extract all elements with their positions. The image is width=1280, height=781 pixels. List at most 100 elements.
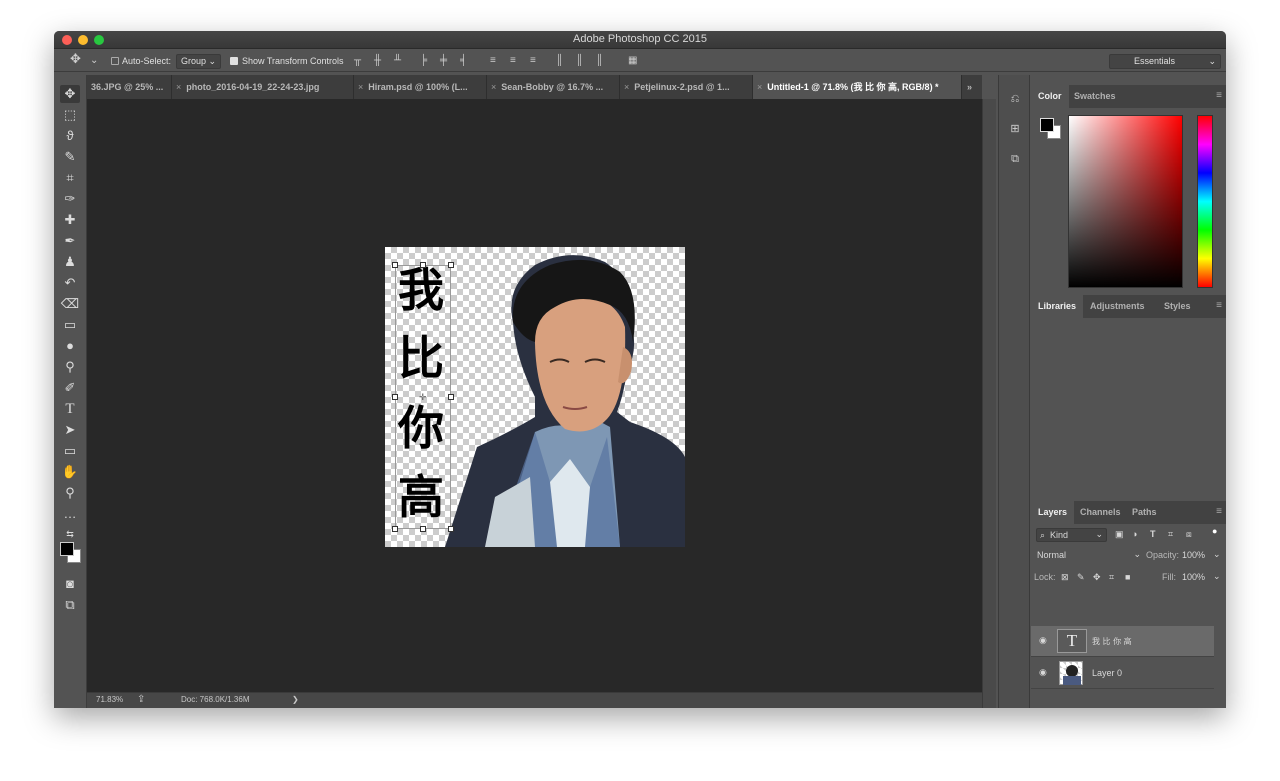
fill-value[interactable]: 100% xyxy=(1182,572,1205,582)
align-vcenter-icon[interactable]: ╫ xyxy=(374,54,381,68)
transform-handle[interactable] xyxy=(448,526,454,532)
transform-handle[interactable] xyxy=(392,526,398,532)
close-tab-icon[interactable]: × xyxy=(176,82,181,92)
distribute-left-icon[interactable]: ║ xyxy=(556,54,563,68)
quick-selection-tool-icon[interactable]: ✎ xyxy=(60,148,80,166)
distribute-top-icon[interactable]: ≡ xyxy=(490,54,496,68)
lasso-tool-icon[interactable]: ϑ xyxy=(60,127,80,145)
panel-menu-icon[interactable]: ≡ xyxy=(1216,90,1222,101)
tool-preset-chevron-icon[interactable]: ⌄ xyxy=(90,54,98,68)
transform-handle[interactable] xyxy=(420,526,426,532)
crop-tool-icon[interactable]: ⌗ xyxy=(60,169,80,187)
distribute-hcenter-icon[interactable]: ║ xyxy=(576,54,583,68)
eyedropper-tool-icon[interactable]: ✑ xyxy=(60,190,80,208)
transform-handle[interactable] xyxy=(392,394,398,400)
distribute-bottom-icon[interactable]: ≡ xyxy=(530,54,536,68)
lock-position-icon[interactable]: ✥ xyxy=(1093,572,1101,583)
document-canvas[interactable]: 我 比 你 高 ✛ xyxy=(385,247,685,547)
move-tool-icon[interactable]: ✥ xyxy=(60,85,80,103)
align-right-icon[interactable]: ╡ xyxy=(460,54,467,68)
close-tab-icon[interactable]: × xyxy=(624,82,629,92)
canvas-area[interactable]: 我 比 你 高 ✛ xyxy=(87,99,982,692)
auto-select-checkbox[interactable] xyxy=(111,57,119,65)
pen-tool-icon[interactable]: ✐ xyxy=(60,379,80,397)
blend-mode-dropdown[interactable]: Normal ⌄ xyxy=(1034,549,1144,563)
tab-doc-5[interactable]: × Petjelinux-2.psd @ 1... xyxy=(620,75,753,99)
gradient-tool-icon[interactable]: ▭ xyxy=(60,316,80,334)
screen-mode-icon[interactable]: ⧉ xyxy=(60,596,80,614)
quick-mask-icon[interactable]: ◙ xyxy=(60,575,80,593)
share-icon[interactable]: ⇪ xyxy=(137,694,145,705)
zoom-tool-icon[interactable]: ⚲ xyxy=(60,484,80,502)
history-panel-icon[interactable]: ⎌ xyxy=(1006,90,1024,108)
tab-overflow-button[interactable]: » xyxy=(962,75,982,99)
transform-handle[interactable] xyxy=(420,262,426,268)
transform-handle[interactable] xyxy=(448,262,454,268)
layer-row-image[interactable]: ◉ Layer 0 xyxy=(1031,658,1214,689)
hand-tool-icon[interactable]: ✋ xyxy=(60,463,80,481)
tab-doc-4[interactable]: × Sean-Bobby @ 16.7% ... xyxy=(487,75,620,99)
panel-menu-icon[interactable]: ≡ xyxy=(1216,300,1222,311)
panel-menu-icon[interactable]: ≡ xyxy=(1216,506,1222,517)
filter-adjustment-icon[interactable]: ◑ xyxy=(1132,529,1137,539)
chevron-down-icon[interactable]: ⌄ xyxy=(1213,549,1221,560)
opacity-value[interactable]: 100% xyxy=(1182,550,1205,560)
transform-handle[interactable] xyxy=(448,394,454,400)
character-panel-icon[interactable]: ⧉ xyxy=(1006,150,1024,168)
lock-artboard-icon[interactable]: ⌗ xyxy=(1109,572,1114,583)
align-left-icon[interactable]: ╞ xyxy=(420,54,427,68)
marquee-tool-icon[interactable]: ⬚ xyxy=(60,106,80,124)
tab-color[interactable]: Color xyxy=(1031,85,1069,108)
eraser-tool-icon[interactable]: ⌫ xyxy=(60,295,80,313)
show-transform-checkbox[interactable] xyxy=(230,57,238,65)
chevron-down-icon[interactable]: ⌄ xyxy=(1213,571,1221,582)
auto-select-dropdown[interactable]: Group ⌄ xyxy=(176,54,222,69)
clone-stamp-tool-icon[interactable]: ♟ xyxy=(60,253,80,271)
foreground-color-swatch[interactable] xyxy=(60,542,74,556)
tab-layers[interactable]: Layers xyxy=(1031,501,1075,524)
distribute-vcenter-icon[interactable]: ≡ xyxy=(510,54,516,68)
layer-filter-dropdown[interactable]: ⌕ Kind ⌄ xyxy=(1036,528,1107,542)
zoom-readout[interactable]: 71.83% xyxy=(96,695,123,704)
blur-tool-icon[interactable]: ● xyxy=(60,337,80,355)
tab-adjustments[interactable]: Adjustments xyxy=(1083,295,1152,318)
properties-panel-icon[interactable]: ⊞ xyxy=(1006,120,1024,138)
visibility-eye-icon[interactable]: ◉ xyxy=(1039,635,1047,646)
workspace-dropdown[interactable]: Essentials ⌄ xyxy=(1109,54,1221,69)
edit-toolbar-icon[interactable]: … xyxy=(60,505,80,523)
swap-colors-icon[interactable]: ⇆ xyxy=(60,525,80,543)
healing-brush-tool-icon[interactable]: ✚ xyxy=(60,211,80,229)
path-selection-tool-icon[interactable]: ➤ xyxy=(60,421,80,439)
close-tab-icon[interactable]: × xyxy=(491,82,496,92)
type-tool-icon[interactable]: T xyxy=(60,400,80,418)
filter-shape-icon[interactable]: ⌗ xyxy=(1168,529,1173,540)
lock-paint-icon[interactable]: ✎ xyxy=(1077,572,1085,583)
hue-slider[interactable] xyxy=(1197,115,1213,288)
filter-pixel-icon[interactable]: ▣ xyxy=(1115,529,1124,540)
filter-type-icon[interactable]: T xyxy=(1150,529,1156,539)
align-hcenter-icon[interactable]: ╪ xyxy=(440,54,447,68)
distribute-right-icon[interactable]: ║ xyxy=(596,54,603,68)
status-menu-arrow-icon[interactable]: ❯ xyxy=(292,695,299,704)
layer-row-text[interactable]: ◉ T 我 比 你 高 xyxy=(1031,626,1214,657)
dodge-tool-icon[interactable]: ⚲ xyxy=(60,358,80,376)
vertical-scrollbar[interactable] xyxy=(982,99,996,708)
tab-paths[interactable]: Paths xyxy=(1125,501,1164,524)
brush-tool-icon[interactable]: ✒ xyxy=(60,232,80,250)
filter-toggle-icon[interactable]: ● xyxy=(1212,526,1217,536)
move-tool-icon[interactable]: ✥ xyxy=(70,52,81,66)
transform-handle[interactable] xyxy=(392,262,398,268)
visibility-eye-icon[interactable]: ◉ xyxy=(1039,667,1047,678)
align-bottom-icon[interactable]: ╨ xyxy=(394,54,401,68)
tab-channels[interactable]: Channels xyxy=(1073,501,1128,524)
tab-doc-2[interactable]: × photo_2016-04-19_22-24-23.jpg xyxy=(172,75,354,99)
close-tab-icon[interactable]: × xyxy=(358,82,363,92)
auto-align-icon[interactable]: ▦ xyxy=(628,54,637,68)
close-tab-icon[interactable]: × xyxy=(757,82,762,92)
lock-transparent-icon[interactable]: ⊠ xyxy=(1061,572,1069,583)
tab-styles[interactable]: Styles xyxy=(1157,295,1198,318)
lock-all-icon[interactable]: ■ xyxy=(1125,572,1130,582)
tab-libraries[interactable]: Libraries xyxy=(1031,295,1084,318)
history-brush-tool-icon[interactable]: ↶ xyxy=(60,274,80,292)
filter-smart-object-icon[interactable]: ⧈ xyxy=(1186,529,1192,540)
